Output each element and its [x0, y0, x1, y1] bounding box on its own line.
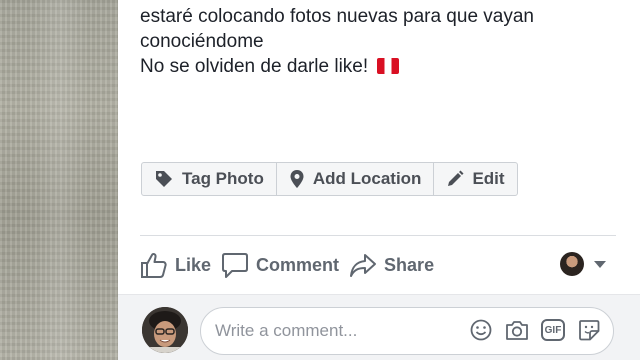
- smiley-icon: [470, 319, 492, 341]
- gif-icon: GIF: [541, 319, 565, 341]
- share-button[interactable]: Share: [349, 251, 434, 279]
- emoji-button[interactable]: [469, 318, 493, 342]
- comment-input[interactable]: [215, 308, 465, 354]
- post-actions: Like Comment Share: [140, 248, 444, 282]
- like-label: Like: [175, 254, 212, 275]
- profile-avatar-small: [560, 252, 584, 276]
- actions-divider: [140, 235, 616, 236]
- like-button[interactable]: Like: [140, 251, 211, 279]
- comment-composer: GIF: [118, 294, 640, 360]
- pencil-icon: [448, 170, 464, 186]
- caption-line-3: No se olviden de darle like!: [140, 54, 620, 79]
- caption-line-3-text: No se olviden de darle like!: [140, 56, 369, 77]
- comment-tools: GIF: [457, 318, 601, 342]
- tag-icon: [156, 171, 172, 187]
- comment-box: GIF: [200, 307, 614, 355]
- gif-button[interactable]: GIF: [541, 318, 565, 342]
- sticker-icon: [579, 320, 600, 341]
- add-location-label: Add Location: [312, 169, 422, 188]
- caret-down-icon: [594, 260, 606, 268]
- user-avatar[interactable]: [142, 307, 188, 353]
- camera-icon: [506, 321, 528, 340]
- post-caption: estaré colocando fotos nuevas para que v…: [140, 4, 620, 79]
- edit-label: Edit: [472, 169, 505, 188]
- tag-photo-button[interactable]: Tag Photo: [142, 163, 277, 195]
- post-panel: estaré colocando fotos nuevas para que v…: [118, 0, 640, 360]
- photo-button[interactable]: [505, 318, 529, 342]
- caption-line-2: conociéndome: [140, 31, 264, 52]
- edit-button[interactable]: Edit: [434, 163, 516, 195]
- share-arrow-icon: [350, 254, 377, 277]
- avatar-image: [142, 307, 188, 353]
- speech-bubble-icon: [222, 253, 249, 278]
- photo-left-edge[interactable]: [0, 0, 118, 360]
- comment-label: Comment: [256, 254, 340, 275]
- share-label: Share: [384, 254, 435, 275]
- add-location-button[interactable]: Add Location: [277, 163, 435, 195]
- thumbs-up-icon: [141, 252, 167, 278]
- sticker-button[interactable]: [577, 318, 601, 342]
- comment-button[interactable]: Comment: [221, 251, 339, 279]
- tag-photo-label: Tag Photo: [182, 169, 264, 188]
- photo-toolbar: Tag Photo Add Location Edit: [141, 162, 518, 196]
- location-pin-icon: [290, 170, 304, 188]
- profile-selector[interactable]: [560, 252, 606, 276]
- peru-flag-icon: [377, 58, 400, 74]
- caption-line-1: estaré colocando fotos nuevas para que v…: [140, 6, 534, 27]
